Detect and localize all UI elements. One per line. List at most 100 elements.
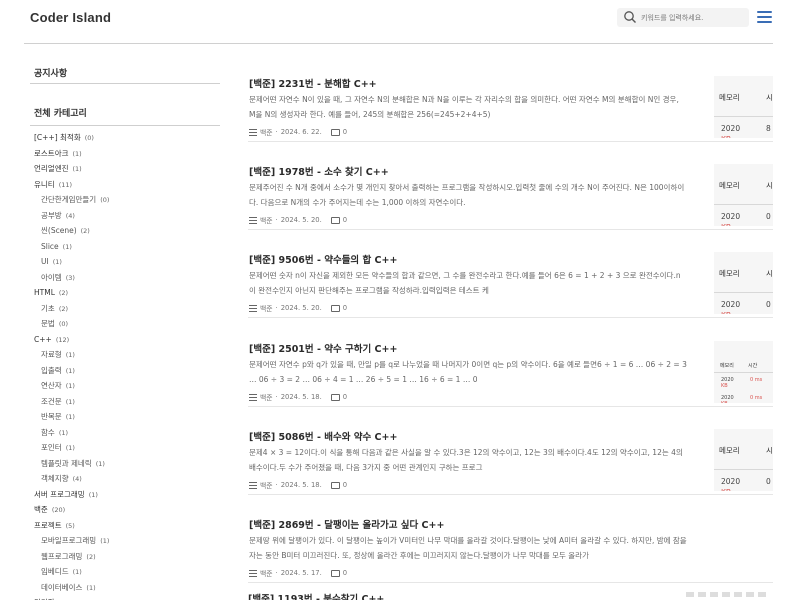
category-count: (1) (72, 149, 82, 158)
post-item[interactable]: [백준] 2231번 - 분해합 C++ 문제어떤 자연수 N이 있을 때, 그 … (248, 54, 773, 142)
sidebar-category-item[interactable]: 유니티 (11) (34, 177, 220, 193)
sidebar-category-item[interactable]: 임베디드 (1) (34, 564, 220, 580)
thumb-divider (714, 469, 773, 470)
post-title[interactable]: [백준] 1193번 - 분수찾기 C++ (248, 591, 384, 600)
post-category[interactable]: 백준 (260, 480, 273, 490)
category-label: 백준 (34, 505, 48, 514)
post-date: 2024. 5. 20. (280, 216, 322, 224)
sidebar: 공지사항 전체 카테고리 [C++] 최적화 (0) 로스트아크 (1) 언리얼엔진 (1… (30, 44, 220, 600)
sidebar-category-item[interactable]: 자료형 (1) (34, 347, 220, 363)
meta-separator: · (275, 128, 278, 136)
category-count: (1) (65, 382, 75, 390)
sidebar-category-item[interactable]: 웹프로그래밍 (2) (34, 549, 220, 565)
category-label: 프로젝트 (34, 520, 62, 530)
thumb-time-value: 0 ms (750, 377, 763, 383)
sidebar-category-item[interactable]: 기초 (2) (34, 301, 220, 317)
post-meta: 백준 · 2024. 5. 17. 0 (249, 568, 347, 578)
sidebar-category-item[interactable]: 객체지향 (4) (34, 471, 220, 487)
search-box[interactable] (617, 8, 749, 27)
post-excerpt[interactable]: 문제어떤 자연수 N이 있을 때, 그 자연수 N의 분해합은 N과 N을 이루… (249, 92, 687, 126)
search-icon[interactable] (623, 10, 637, 24)
category-count: (0) (58, 320, 69, 328)
post-title[interactable]: [백준] 5086번 - 배수와 약수 C++ (249, 429, 397, 443)
post-title[interactable]: [백준] 2869번 - 달팽이는 올라가고 싶다 C++ (249, 517, 444, 531)
sidebar-category-item[interactable]: C++ (12) (34, 332, 220, 348)
post-date: 2024. 5. 20. (280, 304, 322, 312)
sidebar-category-item[interactable]: 포인터 (1) (34, 440, 220, 456)
sidebar-category-item[interactable]: 템플릿과 제네릭 (1) (34, 456, 220, 472)
post-title[interactable]: [백준] 1978번 - 소수 찾기 C++ (249, 164, 389, 178)
category-count: (1) (72, 165, 82, 173)
post-title[interactable]: [백준] 2501번 - 약수 구하기 C++ (249, 341, 397, 355)
post-item[interactable]: [백준] 5086번 - 배수와 약수 C++ 문제4 × 3 = 12이다.이 … (248, 407, 773, 495)
post-category[interactable]: 백준 (260, 568, 273, 578)
sidebar-category-item[interactable]: 씬(Scene) (2) (34, 223, 220, 239)
hamburger-menu-icon[interactable] (757, 11, 772, 23)
sidebar-category-item[interactable]: 연산자 (1) (34, 378, 220, 394)
category-label: HTML (34, 288, 55, 297)
sidebar-category-item[interactable]: 로스트아크 (1) (34, 146, 220, 162)
category-count: (20) (51, 506, 66, 514)
sidebar-category-item[interactable]: 백준 (20) (34, 502, 220, 518)
notice-heading[interactable]: 공지사항 (34, 66, 67, 79)
sidebar-category-item[interactable]: 공부방 (4) (34, 208, 220, 224)
category-count: (0) (100, 196, 110, 204)
thumb-memory-unit: KB (721, 488, 731, 491)
thumb-header-time: 시 (766, 269, 773, 278)
post-item[interactable]: [백준] 9506번 - 약수들의 합 C++ 문제어떤 숫자 n이 자신을 제외… (248, 230, 773, 318)
sidebar-category-item[interactable]: UI (1) (34, 254, 220, 270)
post-category[interactable]: 백준 (260, 215, 273, 225)
sidebar-category-item[interactable]: 문법 (0) (34, 316, 220, 332)
post-thumbnail[interactable] (686, 592, 773, 600)
post-item[interactable]: [백준] 2501번 - 약수 구하기 C++ 문제어떤 자연수 p와 q가 있을… (248, 319, 773, 407)
post-list: [백준] 2231번 - 분해합 C++ 문제어떤 자연수 N이 있을 때, 그 … (248, 44, 773, 600)
post-category[interactable]: 백준 (260, 392, 273, 402)
category-label: 객체지향 (41, 474, 69, 483)
sidebar-category-item[interactable]: 데이터베이스 (1) (34, 580, 220, 596)
sidebar-category-item[interactable]: [C++] 최적화 (0) (34, 130, 220, 146)
post-excerpt[interactable]: 문제땅 위에 달팽이가 있다. 이 달팽이는 높이가 V미터인 나무 막대를 올… (249, 533, 687, 567)
thumb-header-memory: 메모리 (719, 269, 740, 278)
post-category[interactable]: 백준 (260, 127, 273, 137)
category-heading[interactable]: 전체 카테고리 (34, 106, 87, 119)
post-title[interactable]: [백준] 9506번 - 약수들의 합 C++ (249, 252, 397, 266)
post-excerpt[interactable]: 문제주어진 수 N개 중에서 소수가 몇 개인지 찾아서 출력하는 프로그램을 … (249, 180, 687, 214)
sidebar-category-item[interactable]: 간단한게임만들기 (0) (34, 192, 220, 208)
comment-icon (330, 216, 340, 224)
sidebar-category-item[interactable]: 언리얼엔진 (1) (34, 161, 220, 177)
post-thumbnail[interactable]: 메모리 시 2020 KB 0 (714, 252, 773, 314)
post-thumbnail[interactable]: 메모리 시 2020 KB 8 (714, 76, 773, 138)
sidebar-category-item[interactable]: 모바일프로그래밍 (1) (34, 533, 220, 549)
sidebar-category-item[interactable]: 아이템 (3) (34, 270, 220, 286)
post-excerpt[interactable]: 문제어떤 자연수 p와 q가 있을 때, 만일 p를 q로 나누었을 때 나머지… (249, 357, 687, 391)
sidebar-category-item[interactable]: 서버 프로그래밍 (1) (34, 487, 220, 503)
thumb-header-time: 시 (766, 446, 773, 455)
post-category[interactable]: 백준 (260, 303, 273, 313)
category-count: (11) (58, 180, 73, 189)
category-label: 공부방 (41, 210, 62, 220)
post-excerpt[interactable]: 문제어떤 숫자 n이 자신을 제외한 모든 약수들의 합과 같으면, 그 수를 … (249, 268, 687, 302)
post-thumbnail[interactable]: 메모리시간2020KB0 ms2020KB0 ms (714, 341, 773, 403)
category-label: Slice (41, 241, 59, 251)
sidebar-category-item[interactable]: 반복문 (1) (34, 409, 220, 425)
site-logo[interactable]: Coder Island (30, 10, 111, 25)
post-meta: 백준 · 2024. 5. 20. 0 (249, 215, 347, 225)
sidebar-category-item[interactable]: Slice (1) (34, 239, 220, 255)
sidebar-category-item[interactable]: 조건문 (1) (34, 394, 220, 410)
sidebar-category-item[interactable]: 프로젝트 (5) (34, 518, 220, 534)
sidebar-category-item[interactable]: 일기장(9) (34, 595, 220, 600)
search-input[interactable] (641, 10, 745, 25)
category-count: (1) (95, 459, 105, 468)
post-excerpt[interactable]: 문제4 × 3 = 12이다.이 식을 통해 다음과 같은 사실을 알 수 있다… (249, 445, 687, 479)
sidebar-category-item[interactable]: HTML (2) (34, 285, 220, 301)
category-label: 씬(Scene) (41, 226, 77, 235)
post-item[interactable]: [백준] 2869번 - 달팽이는 올라가고 싶다 C++ 문제땅 위에 달팽이가… (248, 495, 773, 583)
post-item[interactable]: [백준] 1978번 - 소수 찾기 C++ 문제주어진 수 N개 중에서 소수가… (248, 142, 773, 230)
post-title[interactable]: [백준] 2231번 - 분해합 C++ (249, 76, 377, 90)
sidebar-category-item[interactable]: 함수 (1) (34, 425, 220, 441)
sidebar-category-item[interactable]: 입출력 (1) (34, 363, 220, 379)
thumb-memory-value: 2020 (721, 477, 741, 486)
post-thumbnail[interactable]: 메모리 시 2020 KB 0 (714, 429, 773, 491)
post-thumbnail[interactable]: 메모리 시 2020 KB 0 (714, 164, 773, 226)
comment-icon (330, 304, 340, 312)
